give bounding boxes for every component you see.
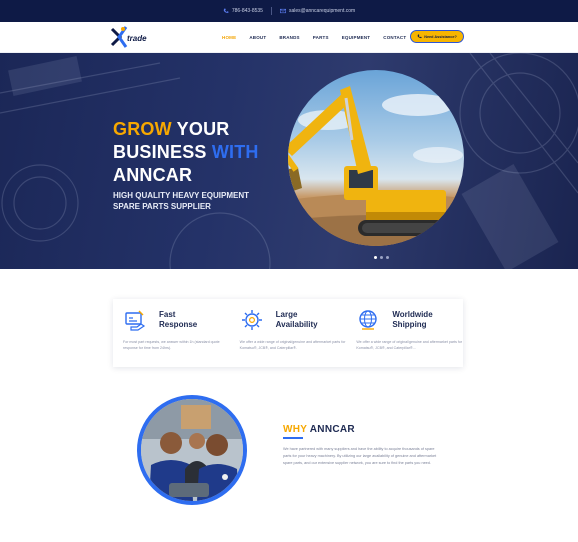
hero-slider-dots <box>374 256 389 259</box>
phone-text: 786-843-8535 <box>231 8 263 14</box>
excavator-illustration <box>288 86 464 246</box>
hero-banner: GROW YOUR BUSINESS WITH ANNCAR HIGH QUAL… <box>0 53 578 269</box>
hero-title-accent: GROW <box>113 119 172 139</box>
why-title-rest: ANNCAR <box>307 424 355 435</box>
phone-icon <box>417 34 422 39</box>
feature-description: We offer a wide range of original/genuin… <box>356 340 463 350</box>
why-description: We have partnered with many suppliers an… <box>283 447 437 465</box>
feature-title: Large Availability <box>276 310 318 330</box>
feature-title-line2: Shipping <box>392 320 427 329</box>
hero-subtitle: HIGH QUALITY HEAVY EQUIPMENT SPARE PARTS… <box>113 190 249 212</box>
nav-contact[interactable]: CONTACT <box>383 35 406 40</box>
feature-worldwide-shipping: Worldwide Shipping We offer a wide range… <box>346 299 463 367</box>
why-title-underline <box>283 437 303 439</box>
hero-subtitle-line1: HIGH QUALITY HEAVY EQUIPMENT <box>113 191 250 200</box>
hero-title: GROW YOUR BUSINESS WITH ANNCAR <box>113 118 259 187</box>
feature-title-line1: Worldwide <box>392 310 433 319</box>
team-illustration <box>141 399 243 501</box>
logo-wordmark: trade <box>127 34 147 43</box>
mail-icon <box>279 8 286 14</box>
nav-about[interactable]: ABOUT <box>249 35 266 40</box>
team-photo <box>137 395 247 505</box>
hero-subtitle-line2: SPARE PARTS SUPPLIER <box>113 202 211 211</box>
hero-title-line3: ANNCAR <box>113 165 193 185</box>
email-contact[interactable]: sales@anncarequipment.com <box>279 8 356 14</box>
nav-equipment[interactable]: EQUIPMENT <box>342 35 371 40</box>
why-title: WHY ANNCAR <box>283 424 355 435</box>
hero-title-line1: YOUR <box>171 119 230 139</box>
hero-title-line2: BUSINESS <box>113 142 212 162</box>
globe-shipping-icon <box>359 310 378 330</box>
top-contact-bar: 786-843-8535 sales@anncarequipment.com <box>0 0 578 22</box>
phone-icon <box>223 8 229 13</box>
features-card: Fast Response For most part requests, we… <box>113 299 463 367</box>
nav-parts[interactable]: PARTS <box>313 35 329 40</box>
slider-dot-2[interactable] <box>380 256 383 259</box>
slider-dot-1[interactable] <box>374 256 377 259</box>
email-text: sales@anncarequipment.com <box>288 8 356 14</box>
gear-availability-icon <box>241 310 262 330</box>
feature-title-line1: Fast <box>159 310 176 319</box>
main-nav: HOME ABOUT BRANDS PARTS EQUIPMENT CONTAC… <box>222 22 406 53</box>
feature-description: We offer a wide range of original/genuin… <box>239 340 346 350</box>
slider-dot-3[interactable] <box>386 256 389 259</box>
need-assistance-button[interactable]: Need Assistance? <box>410 30 464 43</box>
feature-title: Fast Response <box>159 310 197 330</box>
nav-brands[interactable]: BRANDS <box>279 35 299 40</box>
feature-large-availability: Large Availability We offer a wide range… <box>230 299 347 367</box>
nav-home[interactable]: HOME <box>222 35 236 40</box>
topbar-divider <box>270 7 272 15</box>
feature-title-line1: Large <box>275 310 298 319</box>
feature-title-line2: Availability <box>275 320 318 329</box>
cta-label: Need Assistance? <box>424 34 457 39</box>
feature-fast-response: Fast Response For most part requests, we… <box>113 299 230 367</box>
feature-description: For most part requests, we answer within… <box>123 340 220 350</box>
hero-title-blue: WITH <box>211 142 259 162</box>
why-title-accent: WHY <box>283 424 308 435</box>
excavator-image <box>288 70 464 246</box>
feature-title-line2: Response <box>159 320 198 329</box>
phone-contact[interactable]: 786-843-8535 <box>223 8 263 14</box>
fast-response-icon <box>125 310 146 331</box>
feature-title: Worldwide Shipping <box>392 310 432 330</box>
main-header: trade HOME ABOUT BRANDS PARTS EQUIPMENT … <box>0 22 578 53</box>
